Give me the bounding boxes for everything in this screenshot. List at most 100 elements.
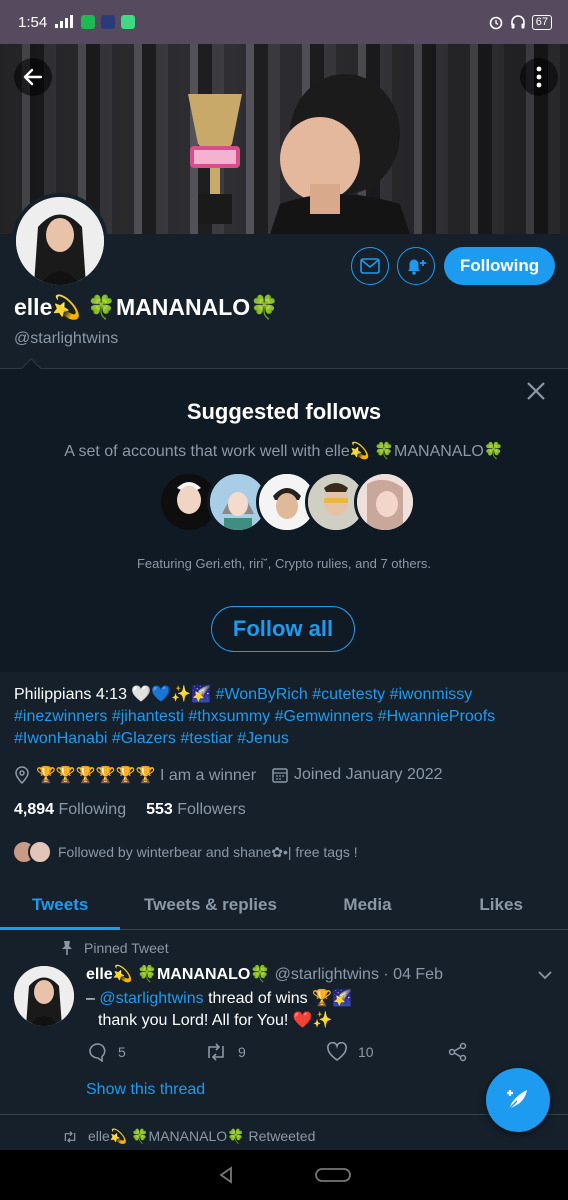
suggested-follows-card: Suggested follows A set of accounts that… (0, 358, 568, 672)
tweet-body: – @starlightwins thread of wins 🏆🌠 thank… (86, 988, 506, 1032)
reply-icon (89, 1043, 106, 1062)
bell-plus-icon (408, 259, 426, 275)
followed-by-text: Followed by winterbear and shane✿•| free… (58, 843, 358, 860)
like-button[interactable]: 10 (326, 1042, 374, 1062)
hashtag[interactable]: #IwonHanabi (14, 730, 107, 747)
hashtag[interactable]: #cutetesty (312, 686, 385, 703)
hashtag[interactable]: #inezwinners (14, 708, 107, 725)
location-icon (15, 766, 29, 784)
profile-location: 🏆🏆🏆🏆🏆🏆 I am a winner (36, 767, 257, 784)
retweet-button[interactable]: 9 (204, 1042, 246, 1062)
chevron-down-icon[interactable] (536, 966, 554, 984)
share-button[interactable] (448, 1042, 468, 1062)
system-navigation-bar (0, 1150, 568, 1200)
nav-back-icon[interactable] (217, 1166, 235, 1184)
followers-count: 553 (146, 801, 173, 818)
pinned-text: Pinned Tweet (84, 940, 169, 956)
tweet-actions: 5 9 10 (86, 1042, 472, 1064)
spotify-icon (81, 15, 96, 29)
tweet-text-line2: thank you Lord! All for You! ❤️✨ (98, 1012, 333, 1029)
tweet-avatar-image (14, 966, 74, 1026)
followers-count-link[interactable]: 553 Followers (146, 801, 246, 819)
retweet-icon (208, 1043, 224, 1061)
hashtag[interactable]: #WonByRich (216, 686, 308, 703)
tweet-text-prefix: – (86, 990, 100, 1007)
arrow-left-icon (23, 68, 43, 86)
suggested-avatars (158, 471, 418, 533)
followed-by-row[interactable]: Followed by winterbear and shane✿•| free… (12, 840, 358, 864)
retweeter-name[interactable]: elle💫 🍀MANANALO🍀 (88, 1128, 245, 1144)
retweet-small-icon (64, 1130, 76, 1143)
suggested-avatar[interactable] (354, 471, 416, 533)
status-bar: 1:54 67 (0, 0, 568, 44)
profile-meta: 🏆🏆🏆🏆🏆🏆 I am a winner Joined January 2022 (14, 765, 443, 785)
moon-app-icon (101, 15, 116, 29)
tab-tweets[interactable]: Tweets (0, 880, 121, 930)
tweet-header: elle💫 🍀MANANALO🍀 @starlightwins · 04 Feb (86, 964, 443, 984)
tab-tweets-replies[interactable]: Tweets & replies (120, 880, 300, 929)
hashtag[interactable]: #iwonmissy (390, 686, 473, 703)
following-label: Following (58, 801, 127, 818)
compose-feather-icon (507, 1090, 527, 1111)
heart-icon (327, 1042, 347, 1061)
headphones-icon (510, 15, 525, 29)
signal-icon (55, 15, 74, 28)
tab-likes[interactable]: Likes (434, 880, 568, 929)
retweet-count: 9 (238, 1044, 246, 1060)
tweet-handle-date: @starlightwins · 04 Feb (274, 966, 443, 983)
suggested-title: Suggested follows (186, 399, 382, 424)
suggested-featuring: Featuring Geri.eth, riri˘, Crypto rulies… (136, 556, 432, 571)
tweet-author-name[interactable]: elle💫 🍀MANANALO🍀 (86, 966, 270, 983)
share-icon (448, 1042, 467, 1062)
tweet-divider (0, 1114, 568, 1115)
hashtag[interactable]: #Glazers (112, 730, 176, 747)
banner-person-image (270, 74, 410, 234)
following-button[interactable]: Following (444, 247, 555, 285)
status-time: 1:54 (18, 13, 48, 31)
alarm-icon (489, 16, 503, 30)
hashtag[interactable]: #HwannieProofs (378, 708, 495, 725)
like-count: 10 (358, 1044, 374, 1060)
battery-indicator: 67 (531, 14, 552, 30)
avatar-image (16, 197, 104, 285)
retweeted-label: elle💫 🍀MANANALO🍀 Retweeted (62, 1128, 315, 1145)
follow-all-button[interactable]: Follow all (211, 606, 355, 652)
hashtag[interactable]: #jihantesti (112, 708, 184, 725)
app-notification-icon (121, 15, 136, 29)
tweet-avatar[interactable] (14, 966, 74, 1026)
more-vertical-icon (536, 66, 542, 88)
profile-handle: @starlightwins (14, 330, 119, 347)
hashtag[interactable]: #Jenus (237, 730, 289, 747)
more-options-button[interactable] (520, 58, 558, 96)
pin-icon (62, 941, 72, 955)
tweet-text-line1: thread of wins 🏆🌠 (203, 990, 352, 1007)
profile-avatar[interactable] (12, 193, 108, 289)
following-count-link[interactable]: 4,894 Following (14, 801, 126, 819)
profile-joined-date: Joined January 2022 (294, 766, 443, 783)
bio-text: Philippians 4:13 🤍💙✨🌠 (14, 686, 212, 703)
back-button[interactable] (14, 58, 52, 96)
profile-bio: Philippians 4:13 🤍💙✨🌠 #WonByRich #cutete… (14, 684, 554, 750)
retweeted-text: Retweeted (248, 1128, 316, 1144)
follow-counts: 4,894 Following 553 Followers (14, 801, 246, 819)
followers-label: Followers (177, 801, 246, 818)
hashtag[interactable]: #thxsummy (188, 708, 270, 725)
follower-avatar (28, 840, 52, 864)
message-button[interactable] (351, 247, 389, 285)
following-count: 4,894 (14, 801, 55, 818)
notifications-button[interactable] (397, 247, 435, 285)
reply-count: 5 (118, 1044, 126, 1060)
nav-home-icon[interactable] (315, 1167, 351, 1183)
profile-display-name: elle💫 🍀MANANALO🍀 (14, 294, 279, 320)
tweet-mention[interactable]: @starlightwins (99, 990, 203, 1007)
compose-tweet-button[interactable] (486, 1068, 550, 1132)
suggested-description: A set of accounts that work well with el… (64, 443, 504, 460)
hashtag[interactable]: #Gemwinners (275, 708, 374, 725)
profile-tabs: Tweets Tweets & replies Media Likes (0, 880, 568, 930)
calendar-icon (272, 768, 288, 783)
pinned-label: Pinned Tweet (60, 940, 169, 956)
tab-media[interactable]: Media (301, 880, 435, 929)
show-thread-link[interactable]: Show this thread (86, 1081, 205, 1099)
hashtag[interactable]: #testiar (180, 730, 232, 747)
reply-button[interactable]: 5 (88, 1042, 126, 1062)
